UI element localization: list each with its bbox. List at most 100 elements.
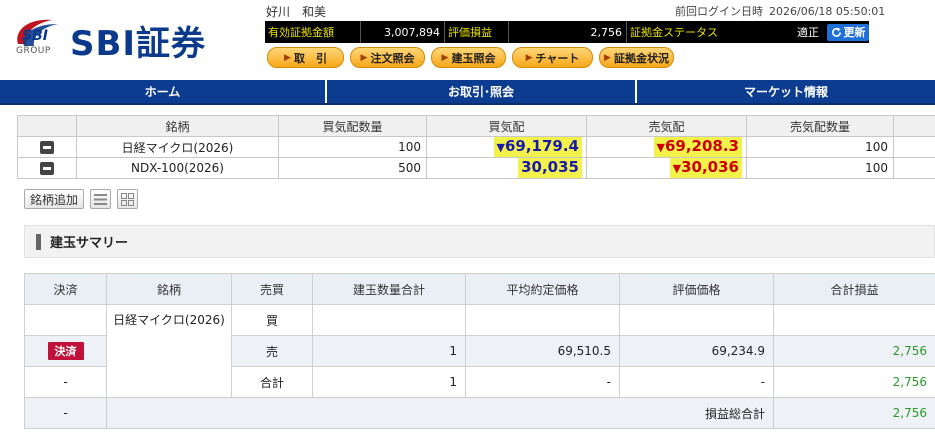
logo-main-text: SBI証券 (70, 24, 207, 64)
pos-total-label: 損益総合計 (106, 397, 774, 429)
margin-status-button[interactable]: ▶ 証拠金状況 (599, 47, 674, 68)
quote-header-ask: 売気配 (586, 115, 747, 137)
position-inquiry-button[interactable]: ▶ 建玉照会 (431, 47, 506, 68)
quote-header-bid: 買気配 (426, 115, 587, 137)
quote-bid[interactable]: ▼69,179.4 (426, 136, 587, 158)
settle-button[interactable]: 決済 (47, 342, 84, 360)
list-view-icon (94, 193, 108, 205)
pos-header-pl: 合計損益 (773, 273, 935, 305)
main-nav: ホーム お取引･照会 マーケット情報 (0, 80, 935, 105)
order-inquiry-label: 注文照会 (370, 51, 415, 65)
arrow-icon: ▶ (360, 52, 368, 63)
quote-header-name: 銘柄 (76, 115, 279, 137)
margin-value: 3,007,894 (361, 21, 445, 43)
pos-eval: - (619, 366, 774, 398)
quote-name[interactable]: NDX-100(2026) (76, 157, 279, 179)
pl-value: 2,756 (509, 21, 627, 43)
grid-view-icon (121, 192, 135, 206)
pos-pl: 2,756 (773, 366, 935, 398)
position-row-total: - 損益総合計 2,756 (24, 397, 935, 429)
pos-header-avg: 平均約定価格 (465, 273, 620, 305)
pos-header-eval: 評価価格 (619, 273, 774, 305)
pos-side: 合計 (231, 366, 313, 398)
remove-cell (17, 136, 77, 158)
quote-ask[interactable]: ▼69,208.3 (586, 136, 747, 158)
margin-status-label: 証拠金ステータス (630, 26, 718, 39)
pos-side: 買 (231, 304, 313, 336)
quote-bid-qty: 500 (278, 157, 427, 179)
pos-header-qty: 建玉数量合計 (312, 273, 466, 305)
nav-home[interactable]: ホーム (0, 80, 327, 103)
section-marker (36, 233, 41, 250)
arrow-icon: ▶ (525, 52, 533, 63)
quote-row: 日経マイクロ(2026) 100 ▼69,179.4 ▼69,208.3 100 (17, 136, 935, 158)
pos-avg (465, 304, 620, 336)
sbi-logo[interactable]: SBI GROUP SBI証券 (8, 10, 248, 64)
refresh-label: 更新 (843, 26, 866, 39)
pos-avg: 69,510.5 (465, 335, 620, 367)
arrow-icon: ▶ (284, 52, 291, 63)
account-status-bar: 有効証拠金額 3,007,894 評価損益 2,756 証拠金ステータス 適正 … (265, 21, 869, 43)
margin-status-value: 適正 (797, 26, 819, 39)
pos-qty (312, 304, 466, 336)
quote-header-bid-qty: 買気配数量 (278, 115, 427, 137)
quote-ask-value: 30,036 (681, 158, 739, 176)
list-view-button[interactable] (90, 189, 112, 209)
arrow-icon: ▶ (604, 52, 611, 63)
nav-market-info[interactable]: マーケット情報 (637, 80, 935, 103)
action-button-bar: ▶ 取 引 ▶ 注文照会 ▶ 建玉照会 ▶ チャート ▶ 証拠金状況 (267, 47, 674, 68)
position-summary-title: 建玉サマリー (50, 236, 129, 251)
quote-header-row: 銘柄 買気配数量 買気配 売気配 売気配数量 (17, 115, 935, 137)
last-login-value: 2026/06/18 05:50:01 (769, 5, 886, 18)
quote-bid[interactable]: 30,035 (426, 157, 587, 179)
quote-blank (893, 136, 935, 158)
trade-button[interactable]: ▶ 取 引 (267, 47, 344, 68)
quote-header-blank-2 (893, 115, 935, 137)
add-symbol-button[interactable]: 銘柄追加 (24, 189, 85, 209)
pos-side: 売 (231, 335, 313, 367)
chart-button[interactable]: ▶ チャート (512, 47, 593, 68)
pos-total-value: 2,756 (773, 397, 935, 429)
quote-ask-value: 69,208.3 (664, 137, 739, 155)
margin-label: 有効証拠金額 (265, 21, 361, 43)
down-arrow-icon: ▼ (672, 162, 682, 175)
quote-bid-qty: 100 (278, 136, 427, 158)
pos-qty: 1 (312, 335, 466, 367)
position-summary-table: 決済 銘柄 売買 建玉数量合計 平均約定価格 評価価格 合計損益 日経マイクロ(… (24, 273, 935, 429)
pos-settle: - (24, 366, 107, 398)
quote-header-blank (17, 115, 77, 137)
pos-header-settle: 決済 (24, 273, 107, 305)
quote-blank (893, 157, 935, 179)
pl-label: 評価損益 (445, 21, 509, 43)
quote-board: 銘柄 買気配数量 買気配 売気配 売気配数量 日経マイクロ(2026) 100 … (17, 115, 935, 179)
nav-trade-inquiry[interactable]: お取引･照会 (327, 80, 637, 103)
position-inquiry-label: 建玉照会 (451, 51, 496, 65)
quote-header-ask-qty: 売気配数量 (746, 115, 894, 137)
pos-header-side: 売買 (231, 273, 313, 305)
chart-button-label: チャート (535, 51, 580, 65)
down-arrow-icon: ▼ (496, 141, 505, 154)
quote-ask-qty: 100 (746, 157, 894, 179)
order-inquiry-button[interactable]: ▶ 注文照会 (350, 47, 425, 68)
refresh-button[interactable]: 更新 (827, 23, 869, 41)
last-login: 前回ログイン日時 2026/06/18 05:50:01 (675, 3, 885, 19)
pos-eval (619, 304, 774, 336)
quote-name[interactable]: 日経マイクロ(2026) (76, 136, 279, 158)
quote-bid-value: 30,035 (521, 158, 579, 176)
arrow-icon: ▶ (441, 52, 449, 63)
pos-pl (773, 304, 935, 336)
quote-ask[interactable]: ▼30,036 (586, 157, 747, 179)
quote-row: NDX-100(2026) 500 30,035 ▼30,036 100 (17, 157, 935, 179)
logo-group-text: GROUP (16, 46, 51, 56)
remove-icon[interactable] (40, 162, 54, 175)
username: 好川 和美 (266, 5, 327, 19)
position-row-buy: 日経マイクロ(2026) 買 (24, 304, 935, 398)
quote-bid-value: 69,179.4 (504, 137, 579, 155)
pos-pl: 2,756 (773, 335, 935, 367)
last-login-label: 前回ログイン日時 (675, 5, 763, 18)
grid-view-button[interactable] (117, 189, 139, 209)
pos-settle-cell: 決済 (24, 335, 107, 367)
pos-instrument[interactable]: 日経マイクロ(2026) (106, 304, 232, 398)
quote-ask-qty: 100 (746, 136, 894, 158)
remove-icon[interactable] (40, 141, 54, 154)
